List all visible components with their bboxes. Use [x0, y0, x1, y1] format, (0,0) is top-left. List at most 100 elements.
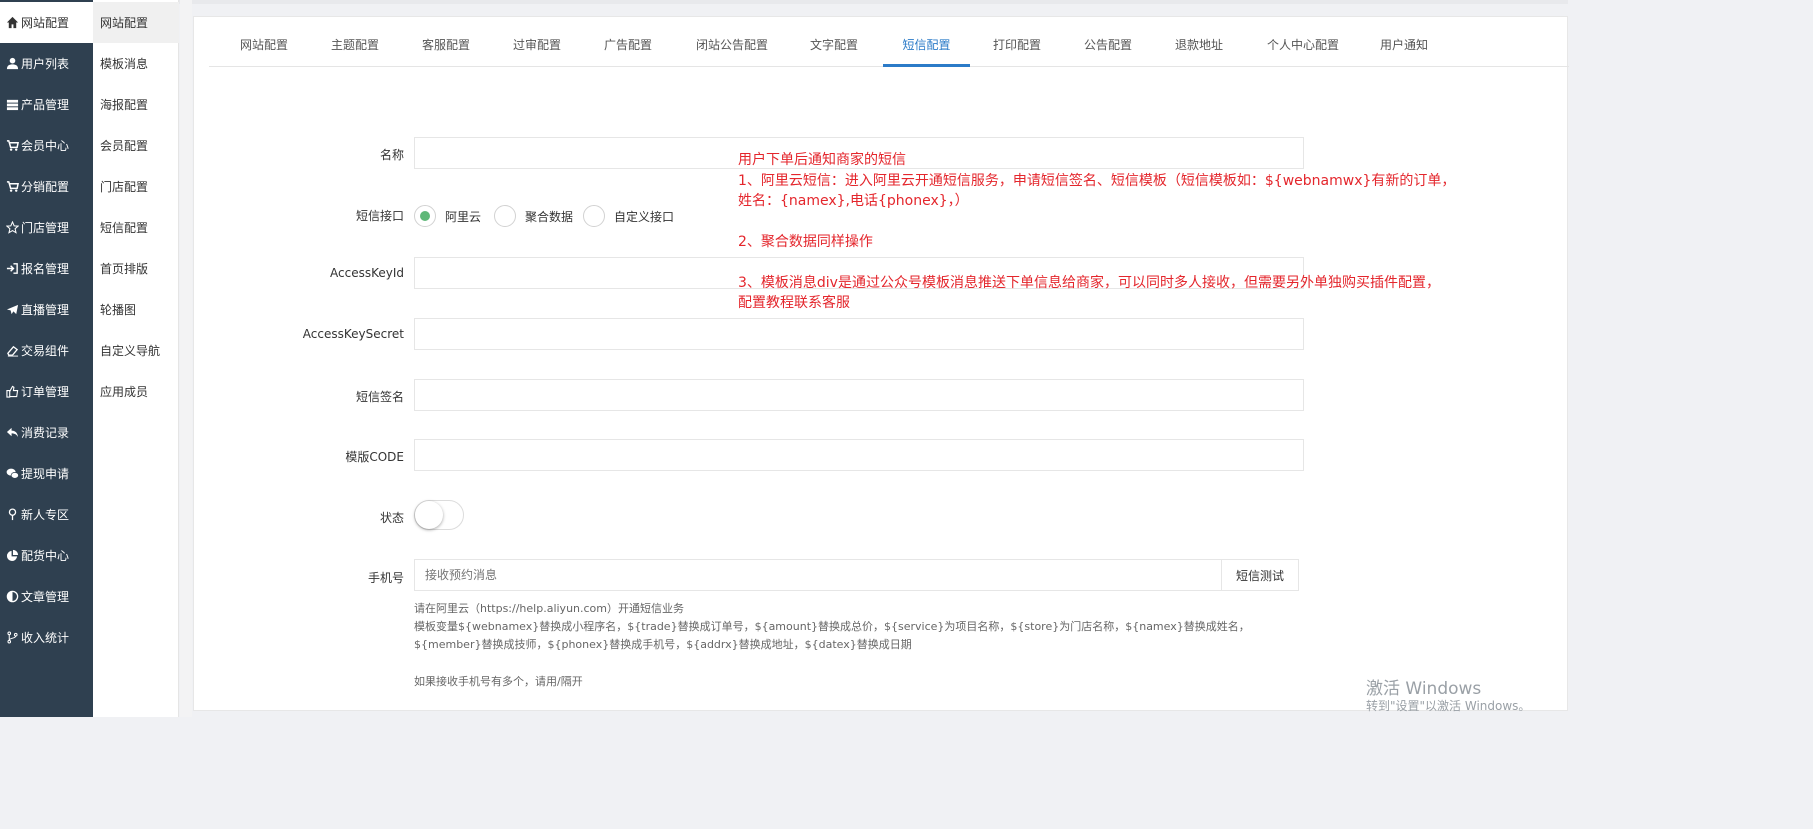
plane-icon	[5, 303, 19, 317]
sms-sign-input[interactable]	[414, 379, 1304, 411]
radio-custom-label: 自定义接口	[614, 210, 675, 224]
main-panel: 网站配置 主题配置 客服配置 过审配置 广告配置 闭站公告配置 文字配置 短信配…	[193, 16, 1569, 711]
note-juhe-step: 2、聚合数据同样操作	[738, 234, 873, 250]
server-icon	[5, 98, 19, 112]
pie-chart-icon	[5, 549, 19, 563]
sidebar-item-label: 订单管理	[21, 385, 70, 399]
tab-customer-service-config[interactable]: 客服配置	[414, 17, 478, 67]
sidebar-item-label: 门店管理	[21, 221, 70, 235]
note-template-msg-step-cont: 配置教程联系客服	[738, 295, 850, 311]
windows-activation-title: 激活 Windows	[1366, 679, 1482, 699]
help-template-vars-cont: ${member}替换成技师，${phonex}替换成手机号，${addrx}替…	[414, 638, 912, 651]
sidebar-item-label: 会员中心	[21, 139, 70, 153]
content-gutter	[180, 0, 192, 717]
sidebar-item-label: 分销配置	[21, 180, 70, 194]
access-key-id-label: AccessKeyId	[330, 266, 404, 280]
sidebar-item-article-management[interactable]: 文章管理	[0, 576, 93, 617]
submenu-item-poster-config[interactable]: 海报配置	[93, 84, 179, 125]
sidebar-item-label: 网站配置	[21, 16, 70, 30]
tab-site-closure-config[interactable]: 闭站公告配置	[687, 17, 777, 67]
tab-theme-config[interactable]: 主题配置	[323, 17, 387, 67]
eraser-icon	[5, 344, 19, 358]
tab-user-notification[interactable]: 用户通知	[1372, 17, 1436, 67]
cart-icon	[5, 180, 19, 194]
thumbs-up-icon	[5, 385, 19, 399]
adjust-icon	[5, 590, 19, 604]
sidebar-item-registration-management[interactable]: 报名管理	[0, 248, 93, 289]
template-code-label: 模版CODE	[345, 450, 404, 464]
sidebar-item-label: 产品管理	[21, 98, 70, 112]
sidebar-item-user-list[interactable]: 用户列表	[0, 43, 93, 84]
status-toggle[interactable]	[414, 500, 464, 530]
sidebar-item-label: 配货中心	[21, 549, 70, 563]
submenu-item-home-layout[interactable]: 首页排版	[93, 248, 179, 289]
sidebar-item-distribution-config[interactable]: 分销配置	[0, 166, 93, 207]
tab-announcement-config[interactable]: 公告配置	[1076, 17, 1140, 67]
sidebar-item-order-management[interactable]: 订单管理	[0, 371, 93, 412]
sms-sign-label: 短信签名	[355, 390, 404, 404]
phone-label: 手机号	[367, 571, 404, 585]
sidebar-item-member-center[interactable]: 会员中心	[0, 125, 93, 166]
submenu-item-app-members[interactable]: 应用成员	[93, 371, 179, 412]
user-icon	[5, 57, 19, 71]
name-label: 名称	[379, 148, 404, 162]
sidebar-item-label: 直播管理	[21, 303, 70, 317]
tab-refund-address[interactable]: 退款地址	[1167, 17, 1231, 67]
star-icon	[5, 221, 19, 235]
sidebar-item-label: 新人专区	[21, 508, 70, 522]
submenu-item-sms-config[interactable]: 短信配置	[93, 207, 179, 248]
note-aliyun-step-cont: 姓名：{namex},电话{phonex}，）	[738, 193, 969, 209]
help-aliyun: 请在阿里云（https://help.aliyun.com）开通短信业务	[414, 602, 684, 615]
submenu-item-member-config[interactable]: 会员配置	[93, 125, 179, 166]
tab-personal-center-config[interactable]: 个人中心配置	[1259, 17, 1347, 67]
sidebar-item-website-config[interactable]: 网站配置	[0, 2, 93, 43]
home-icon	[5, 16, 19, 30]
tab-text-config[interactable]: 文字配置	[802, 17, 866, 67]
template-code-input[interactable]	[414, 439, 1304, 471]
sidebar-item-withdrawal-requests[interactable]: 提现申请	[0, 453, 93, 494]
sms-api-label: 短信接口	[355, 209, 404, 223]
access-key-secret-label: AccessKeySecret	[302, 327, 404, 341]
help-template-vars: 模板变量${webnamex}替换成小程序名，${trade}替换成订单号，${…	[414, 620, 1250, 633]
help-multi-phone: 如果接收手机号有多个，请用/隔开	[414, 675, 583, 688]
submenu-item-carousel[interactable]: 轮播图	[93, 289, 179, 330]
access-key-secret-input[interactable]	[414, 318, 1304, 350]
radio-juhe[interactable]	[494, 205, 516, 227]
sign-in-icon	[5, 262, 19, 276]
radio-aliyun[interactable]	[414, 205, 436, 227]
tab-review-config[interactable]: 过审配置	[505, 17, 569, 67]
submenu-item-template-messages[interactable]: 模板消息	[93, 43, 179, 84]
wechat-icon	[5, 467, 19, 481]
sidebar-item-product-management[interactable]: 产品管理	[0, 84, 93, 125]
reply-icon	[5, 426, 19, 440]
note-template-msg-step: 3、模板消息div是通过公众号模板消息推送下单信息给商家，可以同时多人接收，但需…	[738, 275, 1440, 291]
radio-aliyun-label: 阿里云	[445, 210, 482, 224]
submenu-item-website-config[interactable]: 网站配置	[93, 2, 179, 43]
sidebar-item-consumption-records[interactable]: 消费记录	[0, 412, 93, 453]
status-label: 状态	[379, 511, 404, 525]
radio-juhe-label: 聚合数据	[525, 210, 574, 224]
sidebar-item-store-management[interactable]: 门店管理	[0, 207, 93, 248]
radio-custom[interactable]	[583, 205, 605, 227]
submenu-item-custom-nav[interactable]: 自定义导航	[93, 330, 179, 371]
sidebar-item-label: 收入统计	[21, 631, 70, 645]
sub-menu: 网站配置 模板消息 海报配置 会员配置 门店配置 短信配置 首页排版 轮播图 自…	[93, 0, 179, 717]
sidebar-item-distribution-center[interactable]: 配货中心	[0, 535, 93, 576]
sidebar-item-live-management[interactable]: 直播管理	[0, 289, 93, 330]
sms-test-button[interactable]: 短信测试	[1221, 559, 1299, 591]
tab-ad-config[interactable]: 广告配置	[596, 17, 660, 67]
sidebar-item-label: 文章管理	[21, 590, 70, 604]
sidebar-item-label: 交易组件	[21, 344, 70, 358]
main-sidebar: 网站配置 用户列表 产品管理 会员中心 分销配置 门店管理 报名管理 直播管理 …	[0, 0, 93, 717]
sidebar-item-income-statistics[interactable]: 收入统计	[0, 617, 93, 658]
tab-sms-config[interactable]: 短信配置	[883, 17, 970, 67]
sidebar-item-label: 报名管理	[21, 262, 70, 276]
tab-print-config[interactable]: 打印配置	[985, 17, 1049, 67]
config-tabs: 网站配置 主题配置 客服配置 过审配置 广告配置 闭站公告配置 文字配置 短信配…	[209, 17, 1569, 67]
submenu-item-store-config[interactable]: 门店配置	[93, 166, 179, 207]
tab-website-config[interactable]: 网站配置	[232, 17, 296, 67]
sidebar-item-newcomer-zone[interactable]: 新人专区	[0, 494, 93, 535]
phone-input[interactable]	[414, 559, 1222, 591]
sidebar-item-trade-components[interactable]: 交易组件	[0, 330, 93, 371]
sidebar-item-label: 用户列表	[21, 57, 70, 71]
